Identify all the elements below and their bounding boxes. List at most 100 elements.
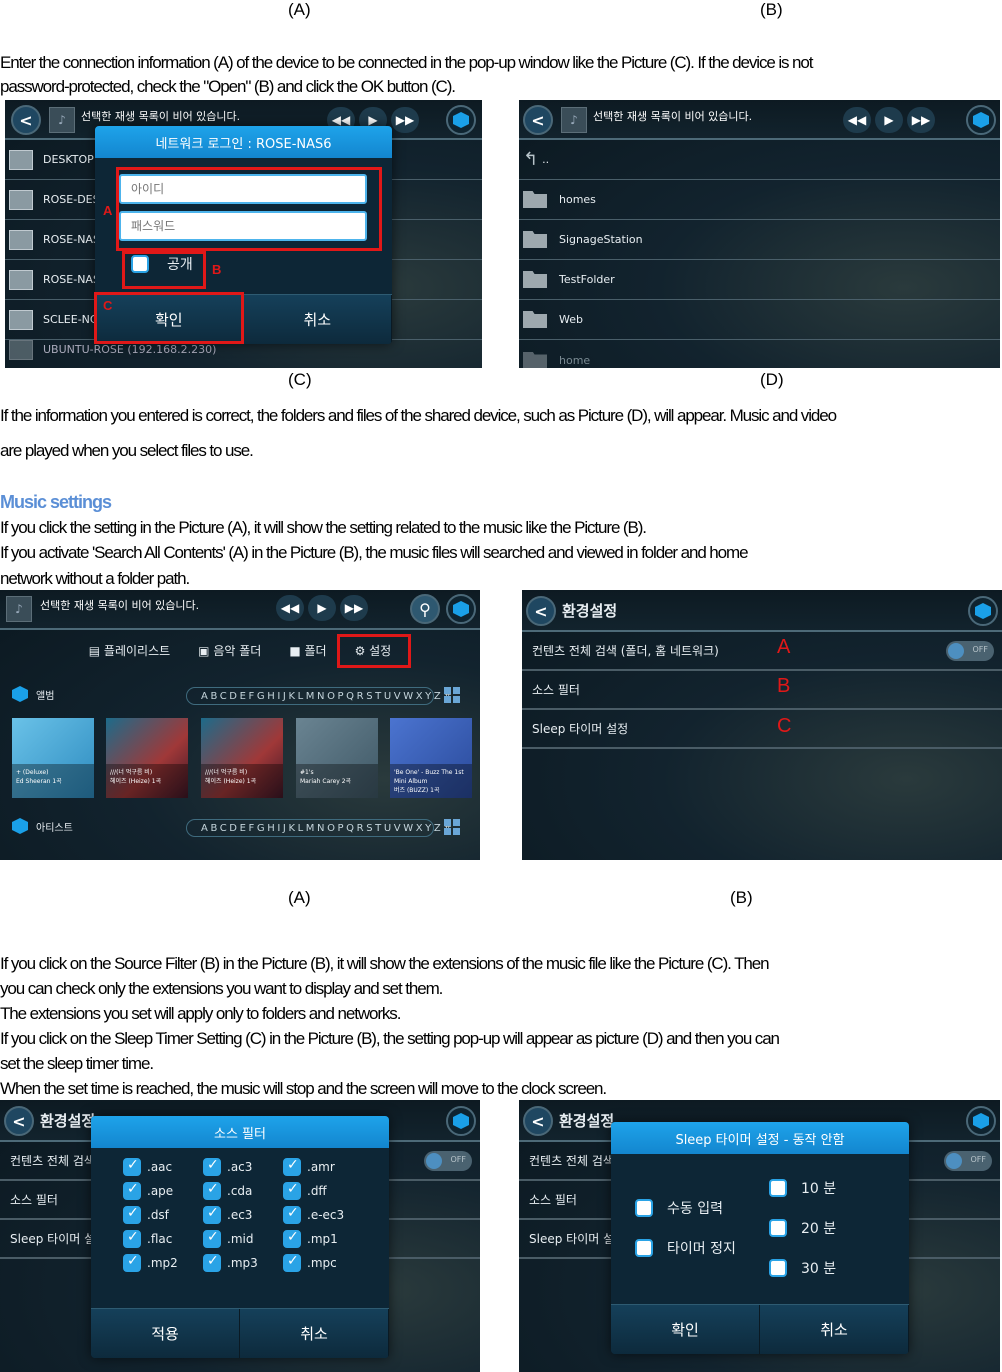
- back-button[interactable]: <: [526, 596, 556, 626]
- parent-folder-row[interactable]: ↰..: [519, 140, 1000, 180]
- extension-option[interactable]: .flac: [123, 1229, 203, 1248]
- extension-option[interactable]: .mid: [203, 1229, 283, 1248]
- extension-checkbox[interactable]: [283, 1205, 301, 1224]
- marker-a: A: [777, 636, 791, 658]
- home-button[interactable]: [446, 105, 476, 135]
- search-all-toggle[interactable]: OFF: [424, 1150, 472, 1171]
- back-button[interactable]: <: [4, 1106, 34, 1136]
- extension-checkbox[interactable]: [283, 1181, 301, 1200]
- extension-checkbox[interactable]: [203, 1157, 221, 1176]
- album-tile[interactable]: ///(너 먹구름 비) 헤이즈 (Heize) 1곡: [201, 718, 283, 798]
- fast-forward-button[interactable]: ▶▶: [907, 107, 935, 133]
- fast-forward-button[interactable]: ▶▶: [391, 107, 419, 133]
- extension-checkbox[interactable]: [283, 1229, 301, 1248]
- fast-forward-icon: ▶▶: [395, 113, 415, 127]
- back-button[interactable]: <: [11, 105, 41, 135]
- play-button[interactable]: ▶: [308, 595, 336, 621]
- option-stop-timer[interactable]: 타이머 정지: [635, 1238, 736, 1258]
- cancel-button[interactable]: 취소: [760, 1305, 909, 1354]
- option-20min[interactable]: 20 분: [769, 1218, 836, 1238]
- extension-checkbox[interactable]: [203, 1205, 221, 1224]
- ok-button[interactable]: 확인: [611, 1305, 760, 1354]
- extension-checkbox[interactable]: [123, 1157, 141, 1176]
- extension-option[interactable]: .dsf: [123, 1205, 203, 1224]
- folder-row[interactable]: SignageStation: [519, 220, 1000, 260]
- home-button[interactable]: [966, 1106, 996, 1136]
- extension-label: .ec3: [227, 1208, 253, 1222]
- search-button[interactable]: ⚲: [410, 594, 440, 624]
- option-10min[interactable]: 10 분: [769, 1178, 836, 1198]
- fast-forward-button[interactable]: ▶▶: [340, 595, 368, 621]
- marker-c: C: [103, 298, 113, 313]
- cancel-button[interactable]: 취소: [240, 1309, 389, 1358]
- home-button[interactable]: [446, 1106, 476, 1136]
- option-manual-input[interactable]: 수동 입력: [635, 1198, 736, 1218]
- extension-checkbox[interactable]: [203, 1181, 221, 1200]
- 30min-checkbox[interactable]: [769, 1259, 787, 1277]
- grid-view-icon[interactable]: [444, 687, 460, 703]
- extension-checkbox[interactable]: [123, 1253, 141, 1272]
- extension-checkbox[interactable]: [123, 1181, 141, 1200]
- album-artist: 헤이즈 (Heize) 1곡: [110, 778, 162, 785]
- extension-option[interactable]: .e-ec3: [283, 1205, 363, 1224]
- extension-checkbox[interactable]: [283, 1253, 301, 1272]
- extension-checkbox[interactable]: [203, 1229, 221, 1248]
- extension-option[interactable]: .mp2: [123, 1253, 203, 1272]
- extension-option[interactable]: .mp3: [203, 1253, 283, 1272]
- album-caption: ///(너 먹구름 비) 헤이즈 (Heize) 1곡: [201, 764, 283, 798]
- device-name: UBUNTU-ROSE (192.168.2.230): [43, 343, 217, 356]
- extension-option[interactable]: .dff: [283, 1181, 363, 1200]
- extension-checkbox[interactable]: [123, 1229, 141, 1248]
- extension-checkbox[interactable]: [123, 1205, 141, 1224]
- extension-checkbox[interactable]: [283, 1157, 301, 1176]
- alphabet-index[interactable]: ABCDEFGHIJKLMNOPQRSTUVWXYZ#: [186, 819, 452, 837]
- album-tile[interactable]: ///(너 먹구름 비) 헤이즈 (Heize) 1곡: [106, 718, 188, 798]
- settings-row-search-all[interactable]: 컨텐츠 전체 검색 (폴더, 홈 네트워크) OFF: [522, 632, 1002, 671]
- rewind-button[interactable]: ◀◀: [276, 595, 304, 621]
- marker-a: A: [103, 203, 113, 218]
- extension-option[interactable]: .ec3: [203, 1205, 283, 1224]
- cancel-button[interactable]: 취소: [243, 295, 392, 344]
- music-note-icon: ♪: [6, 596, 32, 622]
- extension-option[interactable]: .mp1: [283, 1229, 363, 1248]
- folder-row[interactable]: Web: [519, 300, 1000, 340]
- grid-view-icon[interactable]: [444, 819, 460, 835]
- search-all-toggle[interactable]: OFF: [946, 640, 994, 661]
- alphabet-index[interactable]: ABCDEFGHIJKLMNOPQRSTUVWXYZ#: [186, 687, 452, 705]
- manual-input-checkbox[interactable]: [635, 1199, 653, 1217]
- 20min-checkbox[interactable]: [769, 1219, 787, 1237]
- option-30min[interactable]: 30 분: [769, 1258, 836, 1278]
- home-button[interactable]: [966, 105, 996, 135]
- caption-d: (D): [760, 370, 784, 389]
- album-tile[interactable]: + (Deluxe) Ed Sheeran 1곡: [12, 718, 94, 798]
- home-button[interactable]: [968, 596, 998, 626]
- album-tile[interactable]: #1's Mariah Carey 2곡: [296, 718, 378, 798]
- extension-option[interactable]: .cda: [203, 1181, 283, 1200]
- rewind-button[interactable]: ◀◀: [843, 107, 871, 133]
- extension-option[interactable]: .amr: [283, 1157, 363, 1176]
- search-all-toggle[interactable]: OFF: [944, 1150, 992, 1171]
- extension-option[interactable]: .ape: [123, 1181, 203, 1200]
- device-name: SCLEE-NC: [43, 313, 98, 326]
- back-button[interactable]: <: [523, 105, 553, 135]
- extension-option[interactable]: .mpc: [283, 1253, 363, 1272]
- play-button[interactable]: ▶: [875, 107, 903, 133]
- folder-row[interactable]: home: [519, 340, 1000, 368]
- extension-checkbox[interactable]: [203, 1253, 221, 1272]
- 10min-checkbox[interactable]: [769, 1179, 787, 1197]
- album-tile[interactable]: 'Be One' - Buzz The 1st Mini Album 버즈 (BU…: [390, 718, 472, 798]
- extension-option[interactable]: .ac3: [203, 1157, 283, 1176]
- home-button[interactable]: [446, 594, 476, 624]
- back-button[interactable]: <: [523, 1106, 553, 1136]
- stop-timer-checkbox[interactable]: [635, 1239, 653, 1257]
- settings-row-source-filter[interactable]: 소스 필터: [522, 671, 1002, 710]
- tab-music-folder[interactable]: ▣ 음악 폴더: [198, 642, 261, 659]
- settings-row-sleep-timer[interactable]: Sleep 타이머 설정: [522, 710, 1002, 749]
- folder-row[interactable]: homes: [519, 180, 1000, 220]
- folder-row[interactable]: TestFolder: [519, 260, 1000, 300]
- tab-folder[interactable]: ■ 폴더: [289, 642, 326, 659]
- apply-button[interactable]: 적용: [91, 1309, 240, 1358]
- extension-option[interactable]: .aac: [123, 1157, 203, 1176]
- tab-playlist[interactable]: ▤ 플레이리스트: [89, 642, 170, 659]
- marker-b: B: [212, 262, 222, 277]
